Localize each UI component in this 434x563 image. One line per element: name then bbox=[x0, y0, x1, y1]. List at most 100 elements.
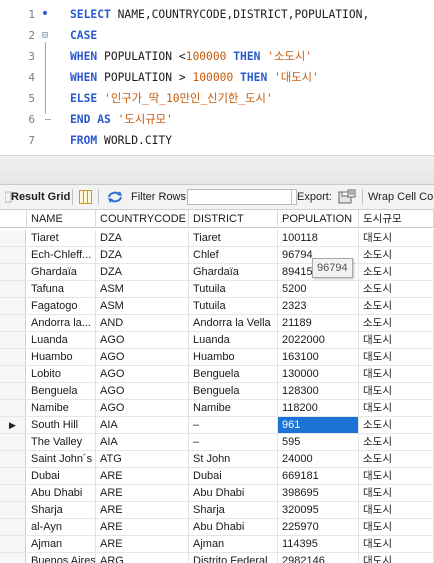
table-cell[interactable]: 소도시 bbox=[359, 417, 434, 434]
table-row[interactable]: Tiaret DZA Tiaret 100118 대도시 bbox=[0, 230, 434, 247]
sql-editor[interactable]: 1 • SELECT NAME,COUNTRYCODE,DISTRICT,POPUL… bbox=[0, 0, 434, 155]
table-cell[interactable]: 대도시 bbox=[359, 400, 434, 417]
table-cell[interactable]: 398695 bbox=[278, 485, 359, 502]
table-cell[interactable]: 5200 bbox=[278, 281, 359, 298]
row-header[interactable] bbox=[0, 315, 26, 332]
table-row[interactable]: Sharja ARE Sharja 320095 대도시 bbox=[0, 502, 434, 519]
table-cell[interactable]: Huambo bbox=[27, 349, 96, 366]
table-row[interactable]: Lobito AGO Benguela 130000 대도시 bbox=[0, 366, 434, 383]
table-cell[interactable]: 소도시 bbox=[359, 451, 434, 468]
table-cell[interactable]: AGO bbox=[96, 400, 189, 417]
table-cell[interactable]: 대도시 bbox=[359, 553, 434, 563]
table-cell[interactable]: DZA bbox=[96, 264, 189, 281]
table-cell[interactable]: Ajman bbox=[189, 536, 278, 553]
table-cell[interactable]: The Valley bbox=[27, 434, 96, 451]
column-header[interactable]: DISTRICT bbox=[189, 210, 278, 228]
table-cell[interactable]: 225970 bbox=[278, 519, 359, 536]
table-cell[interactable]: – bbox=[189, 434, 278, 451]
table-cell[interactable]: DZA bbox=[96, 247, 189, 264]
table-row[interactable]: al-Ayn ARE Abu Dhabi 225970 대도시 bbox=[0, 519, 434, 536]
table-cell[interactable]: Tutuila bbox=[189, 281, 278, 298]
table-cell[interactable]: ARE bbox=[96, 536, 189, 553]
row-header[interactable] bbox=[0, 366, 26, 383]
column-header[interactable]: 도시규모 bbox=[359, 210, 434, 228]
table-cell[interactable]: 24000 bbox=[278, 451, 359, 468]
table-cell[interactable]: Chlef bbox=[189, 247, 278, 264]
table-cell[interactable]: 128300 bbox=[278, 383, 359, 400]
row-header[interactable] bbox=[0, 536, 26, 553]
table-cell[interactable]: AIA bbox=[96, 417, 189, 434]
table-cell[interactable]: St John bbox=[189, 451, 278, 468]
column-header[interactable]: COUNTRYCODE bbox=[96, 210, 189, 228]
table-cell[interactable]: ARE bbox=[96, 502, 189, 519]
result-grid[interactable]: Tiaret DZA Tiaret 100118 대도시 Ech-Chleff... DZA… bbox=[0, 210, 434, 563]
table-cell[interactable]: 소도시 bbox=[359, 264, 434, 281]
table-cell[interactable]: ARG bbox=[96, 553, 189, 563]
table-cell[interactable]: Fagatogo bbox=[27, 298, 96, 315]
row-header[interactable] bbox=[0, 519, 26, 536]
table-cell[interactable]: 소도시 bbox=[359, 247, 434, 264]
table-cell[interactable]: ARE bbox=[96, 468, 189, 485]
row-header[interactable] bbox=[0, 298, 26, 315]
table-cell[interactable]: 대도시 bbox=[359, 519, 434, 536]
table-cell[interactable]: Lobito bbox=[27, 366, 96, 383]
table-row[interactable]: Saint John´s ATG St John 24000 소도시 bbox=[0, 451, 434, 468]
table-row[interactable]: Ghardaïa DZA Ghardaïa 89415 소도시 bbox=[0, 264, 434, 281]
table-cell[interactable]: Ghardaïa bbox=[189, 264, 278, 281]
table-cell[interactable]: DZA bbox=[96, 230, 189, 247]
refresh-icon[interactable] bbox=[107, 185, 123, 209]
table-cell[interactable]: Saint John´s bbox=[27, 451, 96, 468]
table-cell[interactable]: Ajman bbox=[27, 536, 96, 553]
table-cell[interactable]: AGO bbox=[96, 332, 189, 349]
table-cell[interactable]: Sharja bbox=[27, 502, 96, 519]
table-cell[interactable]: 대도시 bbox=[359, 332, 434, 349]
table-row[interactable]: ▶ South Hill AIA –961 소도시 bbox=[0, 417, 434, 434]
table-cell[interactable]: Distrito Federal bbox=[189, 553, 278, 563]
table-cell[interactable]: Andorra la Vella bbox=[189, 315, 278, 332]
table-cell[interactable]: 소도시 bbox=[359, 434, 434, 451]
table-cell[interactable]: Namibe bbox=[27, 400, 96, 417]
table-cell[interactable]: Benguela bbox=[27, 383, 96, 400]
table-cell[interactable]: 320095 bbox=[278, 502, 359, 519]
table-cell[interactable]: 118200 bbox=[278, 400, 359, 417]
export-icon[interactable] bbox=[338, 185, 356, 209]
table-row[interactable]: Huambo AGO Huambo 163100 대도시 bbox=[0, 349, 434, 366]
table-cell[interactable]: 130000 bbox=[278, 366, 359, 383]
table-cell[interactable]: 대도시 bbox=[359, 366, 434, 383]
table-cell[interactable]: 대도시 bbox=[359, 502, 434, 519]
row-header[interactable] bbox=[0, 264, 26, 281]
table-cell[interactable]: 대도시 bbox=[359, 349, 434, 366]
table-cell[interactable]: South Hill bbox=[27, 417, 96, 434]
table-cell[interactable]: Abu Dhabi bbox=[27, 485, 96, 502]
code-line[interactable]: 6 END AS '도시규모' bbox=[0, 109, 434, 130]
table-cell[interactable]: Tiaret bbox=[189, 230, 278, 247]
table-row[interactable]: Ech-Chleff... DZA Chlef 96794 소도시 bbox=[0, 247, 434, 264]
table-cell[interactable]: 대도시 bbox=[359, 485, 434, 502]
table-cell[interactable]: – bbox=[189, 417, 278, 434]
table-cell[interactable]: Luanda bbox=[189, 332, 278, 349]
table-cell[interactable]: ASM bbox=[96, 298, 189, 315]
table-cell[interactable]: 소도시 bbox=[359, 315, 434, 332]
row-header[interactable] bbox=[0, 553, 26, 563]
table-row[interactable]: Namibe AGO Namibe 118200 대도시 bbox=[0, 400, 434, 417]
table-cell[interactable]: Benguela bbox=[189, 366, 278, 383]
table-cell[interactable]: AGO bbox=[96, 383, 189, 400]
row-header[interactable] bbox=[0, 281, 26, 298]
row-header[interactable] bbox=[0, 434, 26, 451]
table-cell[interactable]: Namibe bbox=[189, 400, 278, 417]
table-cell[interactable]: 대도시 bbox=[359, 536, 434, 553]
row-header[interactable] bbox=[0, 332, 26, 349]
code-line[interactable]: 4 WHEN POPULATION > 100000 THEN '대도시' bbox=[0, 67, 434, 88]
table-row[interactable]: Luanda AGO Luanda 2022000 대도시 bbox=[0, 332, 434, 349]
code-line[interactable]: 5 ELSE '인구가_딱_10만인_신기한_도시' bbox=[0, 88, 434, 109]
table-cell[interactable]: Abu Dhabi bbox=[189, 485, 278, 502]
table-cell[interactable]: 100118 bbox=[278, 230, 359, 247]
table-cell[interactable]: Sharja bbox=[189, 502, 278, 519]
row-header[interactable] bbox=[0, 230, 26, 247]
row-header[interactable] bbox=[0, 400, 26, 417]
table-cell[interactable]: 대도시 bbox=[359, 230, 434, 247]
code-line[interactable]: 3 WHEN POPULATION <100000 THEN '소도시' bbox=[0, 46, 434, 67]
table-cell[interactable]: Benguela bbox=[189, 383, 278, 400]
table-cell[interactable]: 소도시 bbox=[359, 298, 434, 315]
table-cell[interactable]: 961 bbox=[278, 417, 359, 434]
